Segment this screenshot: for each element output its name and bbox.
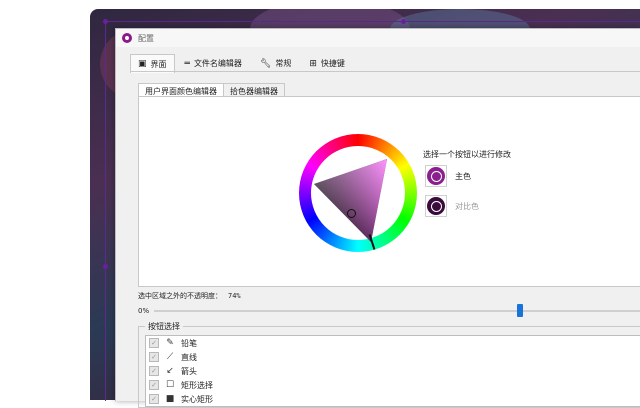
checkbox[interactable]: ✓ <box>149 338 159 348</box>
button-selection-title: 按钮选择 <box>145 321 183 332</box>
list-item[interactable]: ✓ ☐ 矩形选择 <box>146 378 640 392</box>
monitor-icon: ▣ <box>138 59 147 69</box>
tabs-divider <box>130 71 640 72</box>
grid-icon: ⊞ <box>309 58 317 69</box>
select-button-hint: 选择一个按钮以进行修改 <box>423 150 511 159</box>
list-item[interactable]: ✓ ↙ 箭头 <box>146 364 640 378</box>
line-icon: ⟋ <box>166 352 174 362</box>
pencil-icon: ✎ <box>166 338 174 348</box>
checkbox[interactable]: ✓ <box>149 380 159 390</box>
selection-handle-top-left[interactable] <box>103 19 108 24</box>
arrow-icon: ↙ <box>166 366 174 376</box>
rectangle-icon: ☐ <box>165 380 175 390</box>
wrench-icon: 🔧︎ <box>259 58 272 69</box>
opacity-label: 选中区域之外的不透明度： 74% <box>138 292 241 300</box>
selection-handle-top-middle[interactable] <box>401 19 406 24</box>
button-selection-group: 按钮选择 ✓ ✎ 铅笔 ✓ ⟋ 直线 ✓ ↙ 箭头 ✓ ☐ 矩形选择 ✓ ■ 实… <box>138 321 640 408</box>
checkbox[interactable]: ✓ <box>149 352 159 362</box>
checkbox[interactable]: ✓ <box>149 366 159 376</box>
button-list[interactable]: ✓ ✎ 铅笔 ✓ ⟋ 直线 ✓ ↙ 箭头 ✓ ☐ 矩形选择 ✓ ■ 实心矩形 <box>145 335 640 407</box>
color-picker-dot[interactable] <box>347 209 356 218</box>
app-icon <box>122 33 132 43</box>
color-wheel[interactable] <box>299 134 417 252</box>
contrast-color-button[interactable] <box>425 195 447 217</box>
list-item[interactable]: ✓ ⟋ 直线 <box>146 350 640 364</box>
primary-color-label: 主色 <box>455 171 471 181</box>
list-item[interactable]: ✓ ✎ 铅笔 <box>146 336 640 350</box>
primary-color-row: 主色 <box>425 165 471 187</box>
color-editor-panel: 选择一个按钮以进行修改 主色 对比色 <box>138 96 640 287</box>
filled-rectangle-icon: ■ <box>165 394 175 404</box>
primary-color-button[interactable] <box>425 165 447 187</box>
window-title: 配置 <box>138 33 154 43</box>
config-dialog: 配置 ▣ 界面 ═ 文件名编辑器 🔧︎ 常规 ⊞ 快捷键 用户界面颜色编辑器 拾… <box>115 28 640 408</box>
contrast-color-row: 对比色 <box>425 195 479 217</box>
filename-icon: ═ <box>184 58 190 69</box>
opacity-value: 74% <box>228 292 241 300</box>
selection-handle-left-middle[interactable] <box>103 264 108 269</box>
opacity-slider[interactable] <box>154 310 640 312</box>
title-bar: 配置 <box>116 29 640 47</box>
slider-min-label: 0% <box>138 307 150 315</box>
checkbox[interactable]: ✓ <box>149 394 159 404</box>
opacity-slider-handle[interactable] <box>517 304 523 317</box>
list-item[interactable]: ✓ ■ 实心矩形 <box>146 392 640 406</box>
contrast-color-label: 对比色 <box>455 201 479 211</box>
saturation-triangle[interactable] <box>299 134 417 252</box>
